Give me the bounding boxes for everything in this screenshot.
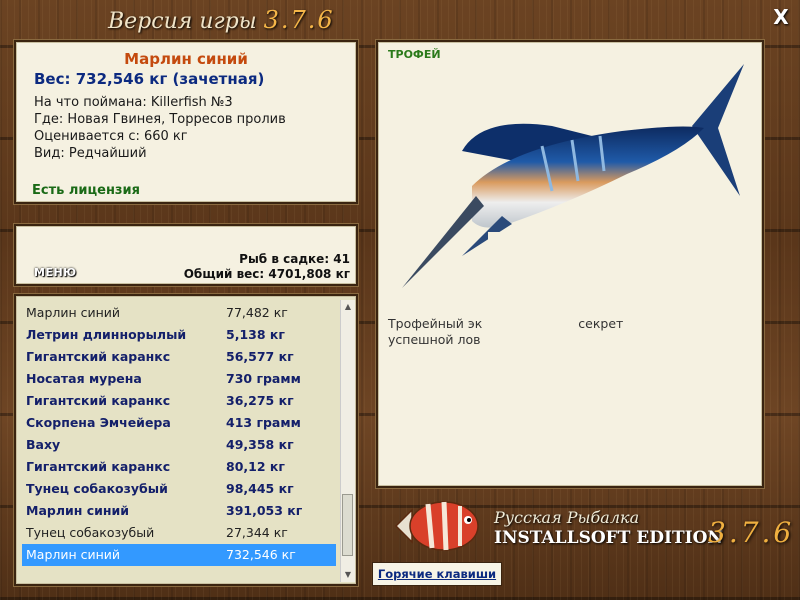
- catch-fish-weight: 56,577 кг: [226, 349, 294, 364]
- catch-fish-name: Тунец собакозубый: [26, 525, 155, 540]
- catch-fish-weight: 49,358 кг: [226, 437, 294, 452]
- catch-fish-weight: 391,053 кг: [226, 503, 303, 518]
- title-text: Версия игры: [108, 9, 257, 34]
- title-version: 3.7.6: [263, 6, 335, 34]
- catch-fish-name: Скорпена Эмчейера: [26, 415, 171, 430]
- scroll-down-icon[interactable]: ▼: [341, 568, 355, 582]
- brand-title: Русская Рыбалка: [494, 508, 640, 527]
- fish-info-panel: Марлин синий Вес: 732,546 кг (зачетная) …: [14, 40, 358, 204]
- catch-row[interactable]: Гигантский каранкс 56,577 кг: [22, 346, 336, 368]
- catch-list-rows: Марлин синий 77,482 кг Летрин длиннорылый 5…: [22, 302, 336, 566]
- catch-fish-weight: 732,546 кг: [226, 547, 296, 562]
- trophy-panel: ТРОФЕЙ Трофейный эк секрет успешной лов: [376, 40, 764, 488]
- catch-row[interactable]: Скорпена Эмчейера 413 грамм: [22, 412, 336, 434]
- catch-row[interactable]: Тунец собакозубый 27,344 кг: [22, 522, 336, 544]
- fish-rarity: Вид: Редчайший: [34, 146, 147, 161]
- catch-fish-weight: 80,12 кг: [226, 459, 285, 474]
- catch-fish-name: Марлин синий: [26, 305, 121, 320]
- catch-list[interactable]: Марлин синий 77,482 кг Летрин длиннорылый 5…: [14, 294, 358, 586]
- catch-row[interactable]: Гигантский каранкс 36,275 кг: [22, 390, 336, 412]
- catch-list-scrollbar[interactable]: ▲ ▼: [340, 300, 355, 582]
- catch-fish-name: Гигантский каранкс: [26, 393, 171, 408]
- catch-fish-name: Марлин синий: [26, 547, 121, 562]
- fish-location: Где: Новая Гвинея, Торресов пролив: [34, 112, 286, 127]
- blue-marlin-image: [402, 64, 744, 302]
- catch-row[interactable]: Марлин синий 732,546 кг: [22, 544, 336, 566]
- catch-fish-name: Ваху: [26, 437, 61, 452]
- scroll-up-icon[interactable]: ▲: [341, 300, 355, 314]
- catch-fish-weight: 27,344 кг: [226, 525, 288, 540]
- catch-row[interactable]: Ваху 49,358 кг: [22, 434, 336, 456]
- catch-row[interactable]: Тунец собакозубый 98,445 кг: [22, 478, 336, 500]
- catch-row[interactable]: Летрин длиннорылый 5,138 кг: [22, 324, 336, 346]
- catch-fish-weight: 5,138 кг: [226, 327, 285, 342]
- cage-stats-panel: МЕНЮ Рыб в садке: 41 Общий вес: 4701,808…: [14, 224, 358, 286]
- fish-in-cage: Рыб в садке: 41: [239, 252, 350, 266]
- total-weight: Общий вес: 4701,808 кг: [183, 267, 350, 281]
- close-button[interactable]: X: [770, 6, 792, 28]
- close-icon[interactable]: X: [773, 5, 788, 29]
- catch-fish-name: Тунец собакозубый: [26, 481, 168, 496]
- fish-weight: Вес: 732,546 кг (зачетная): [34, 70, 265, 88]
- catch-row[interactable]: Носатая мурена 730 грамм: [22, 368, 336, 390]
- catch-fish-weight: 36,275 кг: [226, 393, 294, 408]
- catch-fish-name: Летрин длиннорылый: [26, 327, 187, 342]
- red-fish-logo-icon: [394, 501, 479, 551]
- brand-version: 3.7.6: [708, 516, 795, 549]
- window-title: Версия игры 3.7.6: [108, 6, 335, 38]
- menu-button[interactable]: МЕНЮ: [34, 266, 77, 279]
- catch-fish-name: Марлин синий: [26, 503, 130, 518]
- catch-fish-name: Гигантский каранкс: [26, 349, 171, 364]
- catch-fish-weight: 77,482 кг: [226, 305, 288, 320]
- catch-fish-weight: 413 грамм: [226, 415, 301, 430]
- hotkeys-button[interactable]: Горячие клавиши: [372, 562, 502, 586]
- catch-fish-name: Гигантский каранкс: [26, 459, 171, 474]
- fish-bait: На что поймана: Killerfish №3: [34, 95, 233, 110]
- catch-row[interactable]: Гигантский каранкс 80,12 кг: [22, 456, 336, 478]
- catch-row[interactable]: Марлин синий 391,053 кг: [22, 500, 336, 522]
- trophy-description: Трофейный эк секрет успешной лов: [388, 316, 624, 347]
- license-status: Есть лицензия: [32, 183, 140, 198]
- catch-row[interactable]: Марлин синий 77,482 кг: [22, 302, 336, 324]
- catch-fish-weight: 730 грамм: [226, 371, 301, 386]
- fish-name: Марлин синий: [124, 50, 248, 68]
- brand-edition: INSTALLSOFT EDITION: [494, 528, 723, 548]
- scroll-thumb[interactable]: [342, 494, 353, 556]
- catch-fish-name: Носатая мурена: [26, 371, 142, 386]
- catch-fish-weight: 98,445 кг: [226, 481, 294, 496]
- fish-valued-from: Оценивается с: 660 кг: [34, 129, 188, 144]
